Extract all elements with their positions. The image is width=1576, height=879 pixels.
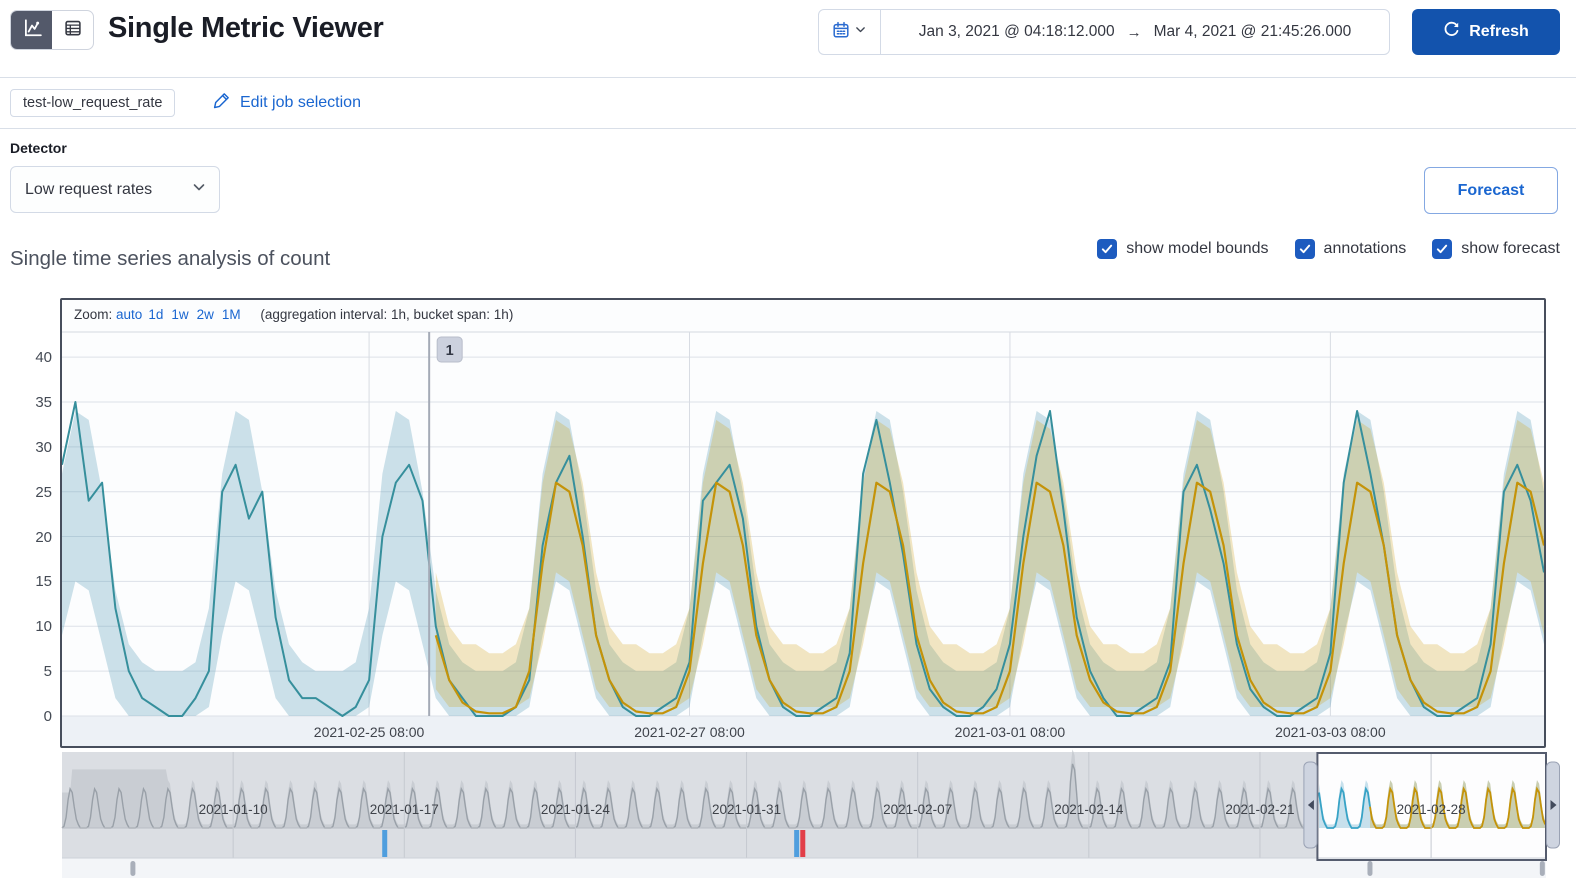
forecast-button[interactable]: Forecast <box>1424 167 1558 214</box>
y-axis-tick-label: 40 <box>35 349 52 367</box>
anomaly-swimlane-cell-warning[interactable] <box>382 830 388 857</box>
y-axis-tick-label: 5 <box>43 663 52 681</box>
anomaly-swimlane-cell-critical[interactable] <box>800 830 806 857</box>
anomaly-swimlane-cell-warning[interactable] <box>794 830 800 857</box>
focus-chart-container: Zoom: auto 1d 1w 2w 1M (aggregation interval… <box>60 298 1546 748</box>
y-axis-labels: 0 5 10 15 20 25 30 35 40 <box>0 300 52 730</box>
divider <box>0 77 1576 78</box>
annotation-marker[interactable] <box>1539 861 1545 876</box>
detector-selected-value: Low request rates <box>25 180 153 198</box>
calendar-icon <box>832 21 850 44</box>
date-range-end[interactable]: Mar 4, 2021 @ 21:45:26.000 <box>1154 23 1352 41</box>
context-tick-label: 2021-02-14 <box>1054 802 1124 817</box>
x-axis-tick-label: 2021-02-27 08:00 <box>634 724 745 740</box>
single-metric-viewer-page: Single Metric Viewer Jan 3, 2021 @ 04:18… <box>0 0 1576 879</box>
analysis-heading: Single time series analysis of count <box>10 247 331 270</box>
line-chart-icon <box>22 18 42 43</box>
zoom-link-auto[interactable]: auto <box>116 307 142 322</box>
context-tick-label: 2021-01-24 <box>541 802 611 817</box>
y-axis-tick-label: 20 <box>35 528 52 546</box>
pencil-icon <box>212 91 231 115</box>
annotation-marker[interactable] <box>130 861 136 876</box>
job-id-badge: test-low_request_rate <box>10 89 176 117</box>
checkbox-label: annotations <box>1323 240 1407 257</box>
checkbox-label: show model bounds <box>1126 240 1269 257</box>
focus-chart[interactable]: 1 2021-02-25 08:00 2021-02-27 08:00 2021-03… <box>62 300 1544 746</box>
y-axis-tick-label: 0 <box>43 708 52 725</box>
zoom-link-1d[interactable]: 1d <box>148 307 163 322</box>
x-axis-tick-label: 2021-03-03 08:00 <box>1275 724 1386 740</box>
page-title: Single Metric Viewer <box>108 12 384 44</box>
refresh-button[interactable]: Refresh <box>1412 9 1560 55</box>
annotation-badge-label: 1 <box>446 343 454 359</box>
x-axis-tick-label: 2021-02-25 08:00 <box>314 724 425 740</box>
checkbox-checked-icon <box>1097 239 1118 259</box>
view-toggle-chart-button[interactable] <box>11 11 52 49</box>
date-range-start[interactable]: Jan 3, 2021 @ 04:18:12.000 <box>919 23 1115 41</box>
edit-job-selection-link[interactable]: Edit job selection <box>212 91 361 115</box>
detector-label: Detector <box>10 140 67 156</box>
zoom-link-2w[interactable]: 2w <box>197 307 214 322</box>
checkbox-show-forecast[interactable]: show forecast <box>1432 239 1560 259</box>
context-tick-label: 2021-02-07 <box>883 802 952 817</box>
zoom-link-1M[interactable]: 1M <box>222 307 241 322</box>
chart-options-row: show model bounds annotations show forec… <box>1097 239 1560 259</box>
view-toggle-table-button[interactable] <box>52 11 93 49</box>
aggregation-info: (aggregation interval: 1h, bucket span: … <box>260 307 514 322</box>
context-tick-label: 2021-01-17 <box>370 802 439 817</box>
edit-job-selection-label: Edit job selection <box>240 94 361 111</box>
checkbox-label: show forecast <box>1461 240 1560 257</box>
checkbox-checked-icon <box>1294 239 1315 259</box>
context-tick-label: 2021-02-28 <box>1397 802 1466 817</box>
y-axis-tick-label: 15 <box>35 573 52 591</box>
x-axis-tick-label: 2021-03-01 08:00 <box>955 724 1066 740</box>
annotation-marker[interactable] <box>1367 861 1373 876</box>
table-icon <box>63 18 83 43</box>
context-tick-label: 2021-02-21 <box>1225 802 1294 817</box>
chevron-down-icon <box>191 179 207 200</box>
y-axis-tick-label: 30 <box>35 438 52 456</box>
zoom-controls: Zoom: auto 1d 1w 2w 1M (aggregation interval… <box>74 307 513 322</box>
checkbox-annotations[interactable]: annotations <box>1294 239 1407 259</box>
date-range-display[interactable]: Jan 3, 2021 @ 04:18:12.000 → Mar 4, 2021… <box>881 10 1389 54</box>
detector-select[interactable]: Low request rates <box>10 166 220 213</box>
date-range-arrow-icon: → <box>1126 23 1142 41</box>
view-toggle-group <box>10 10 94 50</box>
y-axis-tick-label: 35 <box>35 393 52 411</box>
context-chart[interactable]: 2021-01-10 2021-01-17 2021-01-24 2021-01-31… <box>61 749 1562 879</box>
checkbox-show-model-bounds[interactable]: show model bounds <box>1097 239 1269 259</box>
divider <box>0 128 1576 129</box>
chevron-down-icon <box>854 23 867 41</box>
refresh-label: Refresh <box>1469 23 1529 40</box>
y-axis-tick-label: 10 <box>35 618 52 636</box>
context-tick-label: 2021-01-10 <box>199 802 268 817</box>
date-range-picker: Jan 3, 2021 @ 04:18:12.000 → Mar 4, 2021… <box>818 9 1390 55</box>
refresh-icon <box>1443 21 1460 43</box>
checkbox-checked-icon <box>1432 239 1453 259</box>
context-tick-label: 2021-01-31 <box>712 802 781 817</box>
y-axis-tick-label: 25 <box>35 483 52 501</box>
zoom-link-1w[interactable]: 1w <box>171 307 188 322</box>
zoom-label: Zoom: <box>74 307 113 322</box>
datepicker-quick-menu-button[interactable] <box>819 10 881 54</box>
